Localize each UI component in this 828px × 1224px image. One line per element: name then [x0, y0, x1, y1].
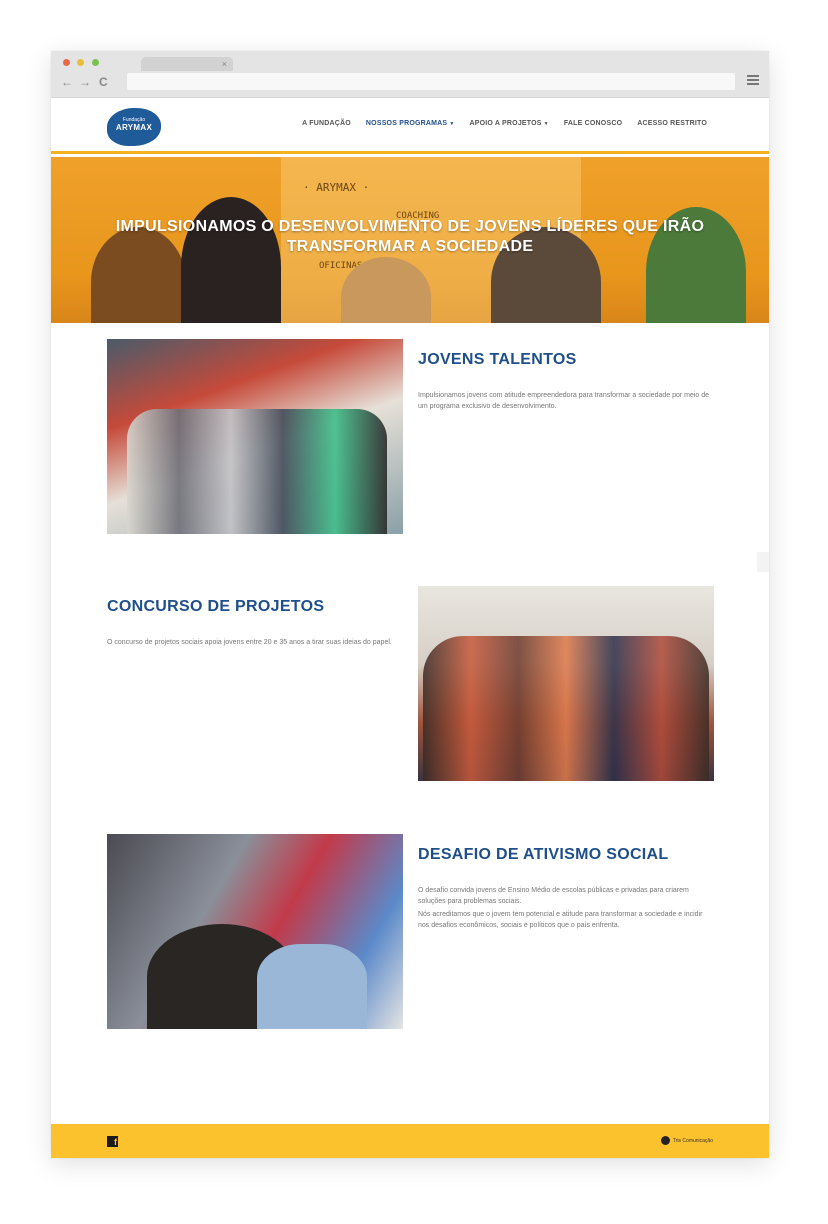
back-arrow-icon[interactable]: ← — [61, 75, 73, 89]
nav-nossos-programas[interactable]: NOSSOS PROGRAMAS ▼ — [366, 120, 455, 127]
section-paragraph: O desafio convida jovens de Ensino Médio… — [418, 887, 689, 905]
address-bar[interactable] — [127, 73, 735, 90]
concurso-de-projetos-photo — [418, 586, 714, 781]
main-nav: A FUNDAÇÃO NOSSOS PROGRAMAS ▼ APOIO A PRO… — [302, 120, 707, 127]
facebook-icon[interactable]: f — [107, 1136, 118, 1147]
section-title-desafio-ativismo-social: DESAFIO DE ATIVISMO SOCIAL — [418, 846, 669, 863]
jovens-talentos-photo — [107, 339, 403, 534]
logo-brand-text: ARYMAX — [115, 123, 153, 132]
desafio-ativismo-social-photo — [107, 834, 403, 1029]
section-title-jovens-talentos: JOVENS TALENTOS — [418, 351, 577, 368]
section-text-desafio-ativismo-social: O desafio convida jovens de Ensino Médio… — [418, 885, 714, 933]
scroll-tab[interactable] — [757, 552, 769, 572]
section-title-concurso-de-projetos: CONCURSO DE PROJETOS — [107, 598, 325, 615]
browser-tab[interactable]: × — [141, 57, 233, 71]
site-footer: f Tris Comunicação — [51, 1124, 769, 1158]
board-text: · ARYMAX · — [303, 181, 370, 194]
minimize-window-dot[interactable] — [77, 59, 84, 66]
maximize-window-dot[interactable] — [92, 59, 99, 66]
browser-menu-icon[interactable] — [747, 75, 759, 86]
hero-title: IMPULSIONAMOS O DESENVOLVIMENTO DE JOVEN… — [115, 218, 705, 255]
nav-fale-conosco[interactable]: FALE CONOSCO — [564, 120, 622, 127]
agency-logo-icon — [660, 1136, 670, 1145]
section-paragraph: Nós acreditamos que o jovem tem potencia… — [418, 911, 703, 929]
section-paragraph: O concurso de projetos sociais apoia jov… — [107, 639, 392, 646]
nav-a-fundacao[interactable]: A FUNDAÇÃO — [302, 120, 351, 127]
forward-arrow-icon[interactable]: → — [79, 75, 91, 89]
tab-close-icon[interactable]: × — [222, 57, 227, 71]
browser-window: × ← → C Fundação ARYMAX A FUNDAÇÃO NOSSO… — [51, 51, 769, 1158]
reload-icon[interactable]: C — [99, 75, 108, 89]
nav-apoio-a-projetos[interactable]: APOIO A PROJETOS ▼ — [469, 120, 548, 127]
section-paragraph: Impulsionamos jovens com atitude empreen… — [418, 392, 710, 410]
browser-chrome: × ← → C — [51, 51, 769, 98]
logo-small-text: Fundação — [122, 117, 146, 123]
section-text-concurso-de-projetos: O concurso de projetos sociais apoia jov… — [107, 637, 403, 650]
dropdown-caret-icon: ▼ — [543, 121, 549, 127]
nav-acesso-restrito[interactable]: ACESSO RESTRITO — [637, 120, 707, 127]
agency-credit-text: Tris Comunicação — [672, 1137, 713, 1144]
dropdown-caret-icon: ▼ — [449, 121, 455, 127]
agency-credit[interactable]: Tris Comunicação — [660, 1136, 713, 1145]
hero-person — [181, 197, 281, 323]
section-text-jovens-talentos: Impulsionamos jovens com atitude empreen… — [418, 390, 714, 414]
close-window-dot[interactable] — [63, 59, 70, 66]
site-logo[interactable]: Fundação ARYMAX — [107, 108, 161, 146]
hero-banner: · ARYMAX · COACHING OFICINAS IMPULSIONAM… — [51, 157, 769, 323]
site-header: Fundação ARYMAX A FUNDAÇÃO NOSSOS PROGRA… — [51, 98, 769, 154]
